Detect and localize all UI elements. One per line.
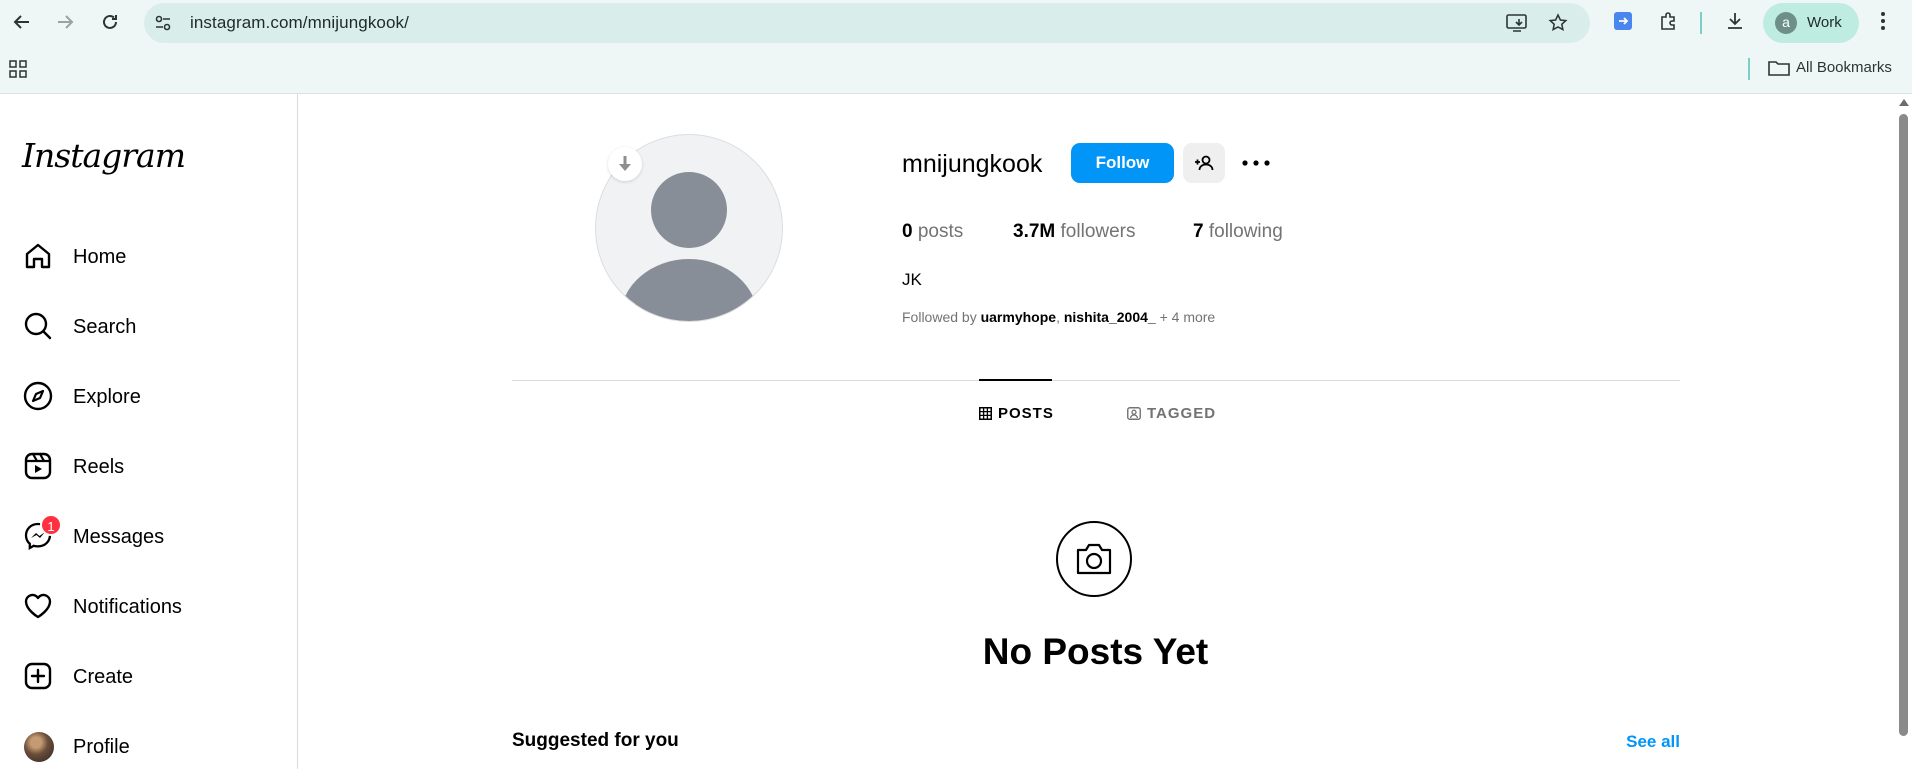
section-divider (512, 380, 1680, 381)
sidebar-item-notifications[interactable]: Notifications (22, 584, 282, 628)
install-app-icon[interactable] (1506, 13, 1528, 38)
bookmarks-divider (1748, 58, 1750, 80)
apps-grid-icon[interactable] (9, 60, 27, 83)
profile-username: mnijungkook (902, 150, 1043, 178)
translate-extension-icon[interactable] (1612, 10, 1634, 37)
tagged-icon (1127, 407, 1141, 424)
arrow-down-icon (619, 156, 631, 171)
posts-count: 0 (902, 221, 913, 242)
posts-stat: 0 posts (902, 221, 963, 243)
sidebar-item-label: Messages (73, 526, 165, 548)
profile-initial-avatar: a (1775, 12, 1797, 34)
suggested-users-button[interactable] (1183, 143, 1225, 183)
page-scrollbar[interactable] (1895, 94, 1912, 769)
follow-button[interactable]: Follow (1071, 143, 1174, 183)
following-count: 7 (1193, 221, 1204, 242)
address-bar[interactable]: instagram.com/mnijungkook/ (144, 3, 1590, 43)
more-horizontal-icon (1242, 160, 1270, 166)
avatar-placeholder-head (651, 172, 727, 248)
scrollbar-thumb[interactable] (1899, 114, 1908, 736)
instagram-logo[interactable]: Instagram (22, 136, 186, 175)
unread-badge: 1 (40, 514, 62, 536)
tab-tagged[interactable]: TAGGED (1127, 405, 1216, 424)
tab-label: TAGGED (1147, 405, 1217, 422)
browser-profile-button[interactable]: a Work (1763, 3, 1859, 43)
followed-by-prefix: Followed by (902, 309, 977, 325)
arrow-right-icon (58, 15, 74, 29)
browser-menu-icon[interactable] (1880, 10, 1886, 37)
all-bookmarks-link[interactable]: All Bookmarks (1796, 59, 1892, 76)
home-icon (22, 240, 54, 272)
reload-button[interactable] (96, 8, 124, 36)
followed-by-line[interactable]: Followed by uarmyhope, nishita_2004_ + 4… (902, 309, 1215, 325)
following-stat[interactable]: 7 following (1193, 221, 1283, 243)
folder-icon[interactable] (1768, 59, 1790, 82)
site-settings-icon[interactable] (154, 14, 172, 37)
extensions-icon[interactable] (1658, 10, 1680, 37)
bookmark-star-icon[interactable] (1548, 13, 1568, 38)
browser-chrome: instagram.com/mnijungkook/ a Work All Bo… (0, 0, 1912, 94)
back-button[interactable] (8, 8, 36, 36)
sidebar-item-label: Home (73, 246, 127, 268)
avatar (24, 732, 54, 762)
heart-icon (22, 590, 54, 622)
forward-button[interactable] (51, 8, 79, 36)
camera-icon (1056, 521, 1132, 597)
more-options-button[interactable] (1240, 143, 1272, 183)
active-tab-indicator (979, 379, 1052, 381)
followed-by-user: uarmyhope (980, 309, 1057, 325)
sidebar-item-label: Search (73, 316, 137, 338)
followed-by-user: nishita_2004_ (1063, 309, 1156, 325)
sidebar-item-profile[interactable]: Profile (22, 724, 282, 768)
sidebar-item-create[interactable]: Create (22, 654, 282, 698)
add-person-icon (1195, 155, 1214, 171)
followers-label: followers (1060, 221, 1136, 242)
search-icon (22, 310, 54, 342)
downloads-icon[interactable] (1724, 10, 1746, 37)
following-label: following (1208, 221, 1283, 242)
posts-label: posts (917, 221, 964, 242)
sidebar-item-label: Notifications (73, 596, 182, 618)
profile-page: mnijungkook Follow 0 posts 3.7M follower… (298, 94, 1894, 769)
empty-state-title: No Posts Yet (982, 631, 1209, 672)
avatar-download-button[interactable] (608, 147, 642, 181)
sidebar-item-label: Explore (73, 386, 141, 408)
arrow-left-icon (13, 15, 29, 29)
profile-label: Work (1807, 14, 1842, 31)
toolbar-divider (1700, 12, 1702, 34)
sidebar-item-label: Create (73, 666, 134, 688)
sidebar-item-label: Profile (73, 736, 130, 758)
sidebar-item-search[interactable]: Search (22, 304, 282, 348)
sidebar-item-label: Reels (73, 456, 125, 478)
followed-by-more: + 4 more (1159, 309, 1216, 325)
tab-posts[interactable]: POSTS (979, 405, 1054, 424)
reels-icon (22, 450, 54, 482)
sidebar: Instagram Home Search Explore Reels 1 Me… (0, 94, 298, 769)
sidebar-item-messages[interactable]: 1 Messages (22, 514, 282, 558)
suggested-heading: Suggested for you (512, 730, 679, 751)
grid-icon (979, 407, 992, 424)
tab-label: POSTS (998, 405, 1054, 422)
avatar-placeholder-body (620, 259, 758, 321)
sidebar-item-reels[interactable]: Reels (22, 444, 282, 488)
reload-icon (103, 14, 117, 29)
plus-square-icon (22, 660, 54, 692)
scroll-up-arrow-icon[interactable] (1899, 99, 1909, 106)
sidebar-item-home[interactable]: Home (22, 234, 282, 278)
compass-icon (22, 380, 54, 412)
url-text[interactable]: instagram.com/mnijungkook/ (190, 13, 409, 33)
sidebar-item-explore[interactable]: Explore (22, 374, 282, 418)
followers-stat[interactable]: 3.7M followers (1013, 221, 1136, 243)
see-all-link[interactable]: See all (1626, 732, 1680, 752)
profile-full-name: JK (902, 270, 922, 289)
followers-count: 3.7M (1013, 221, 1056, 242)
